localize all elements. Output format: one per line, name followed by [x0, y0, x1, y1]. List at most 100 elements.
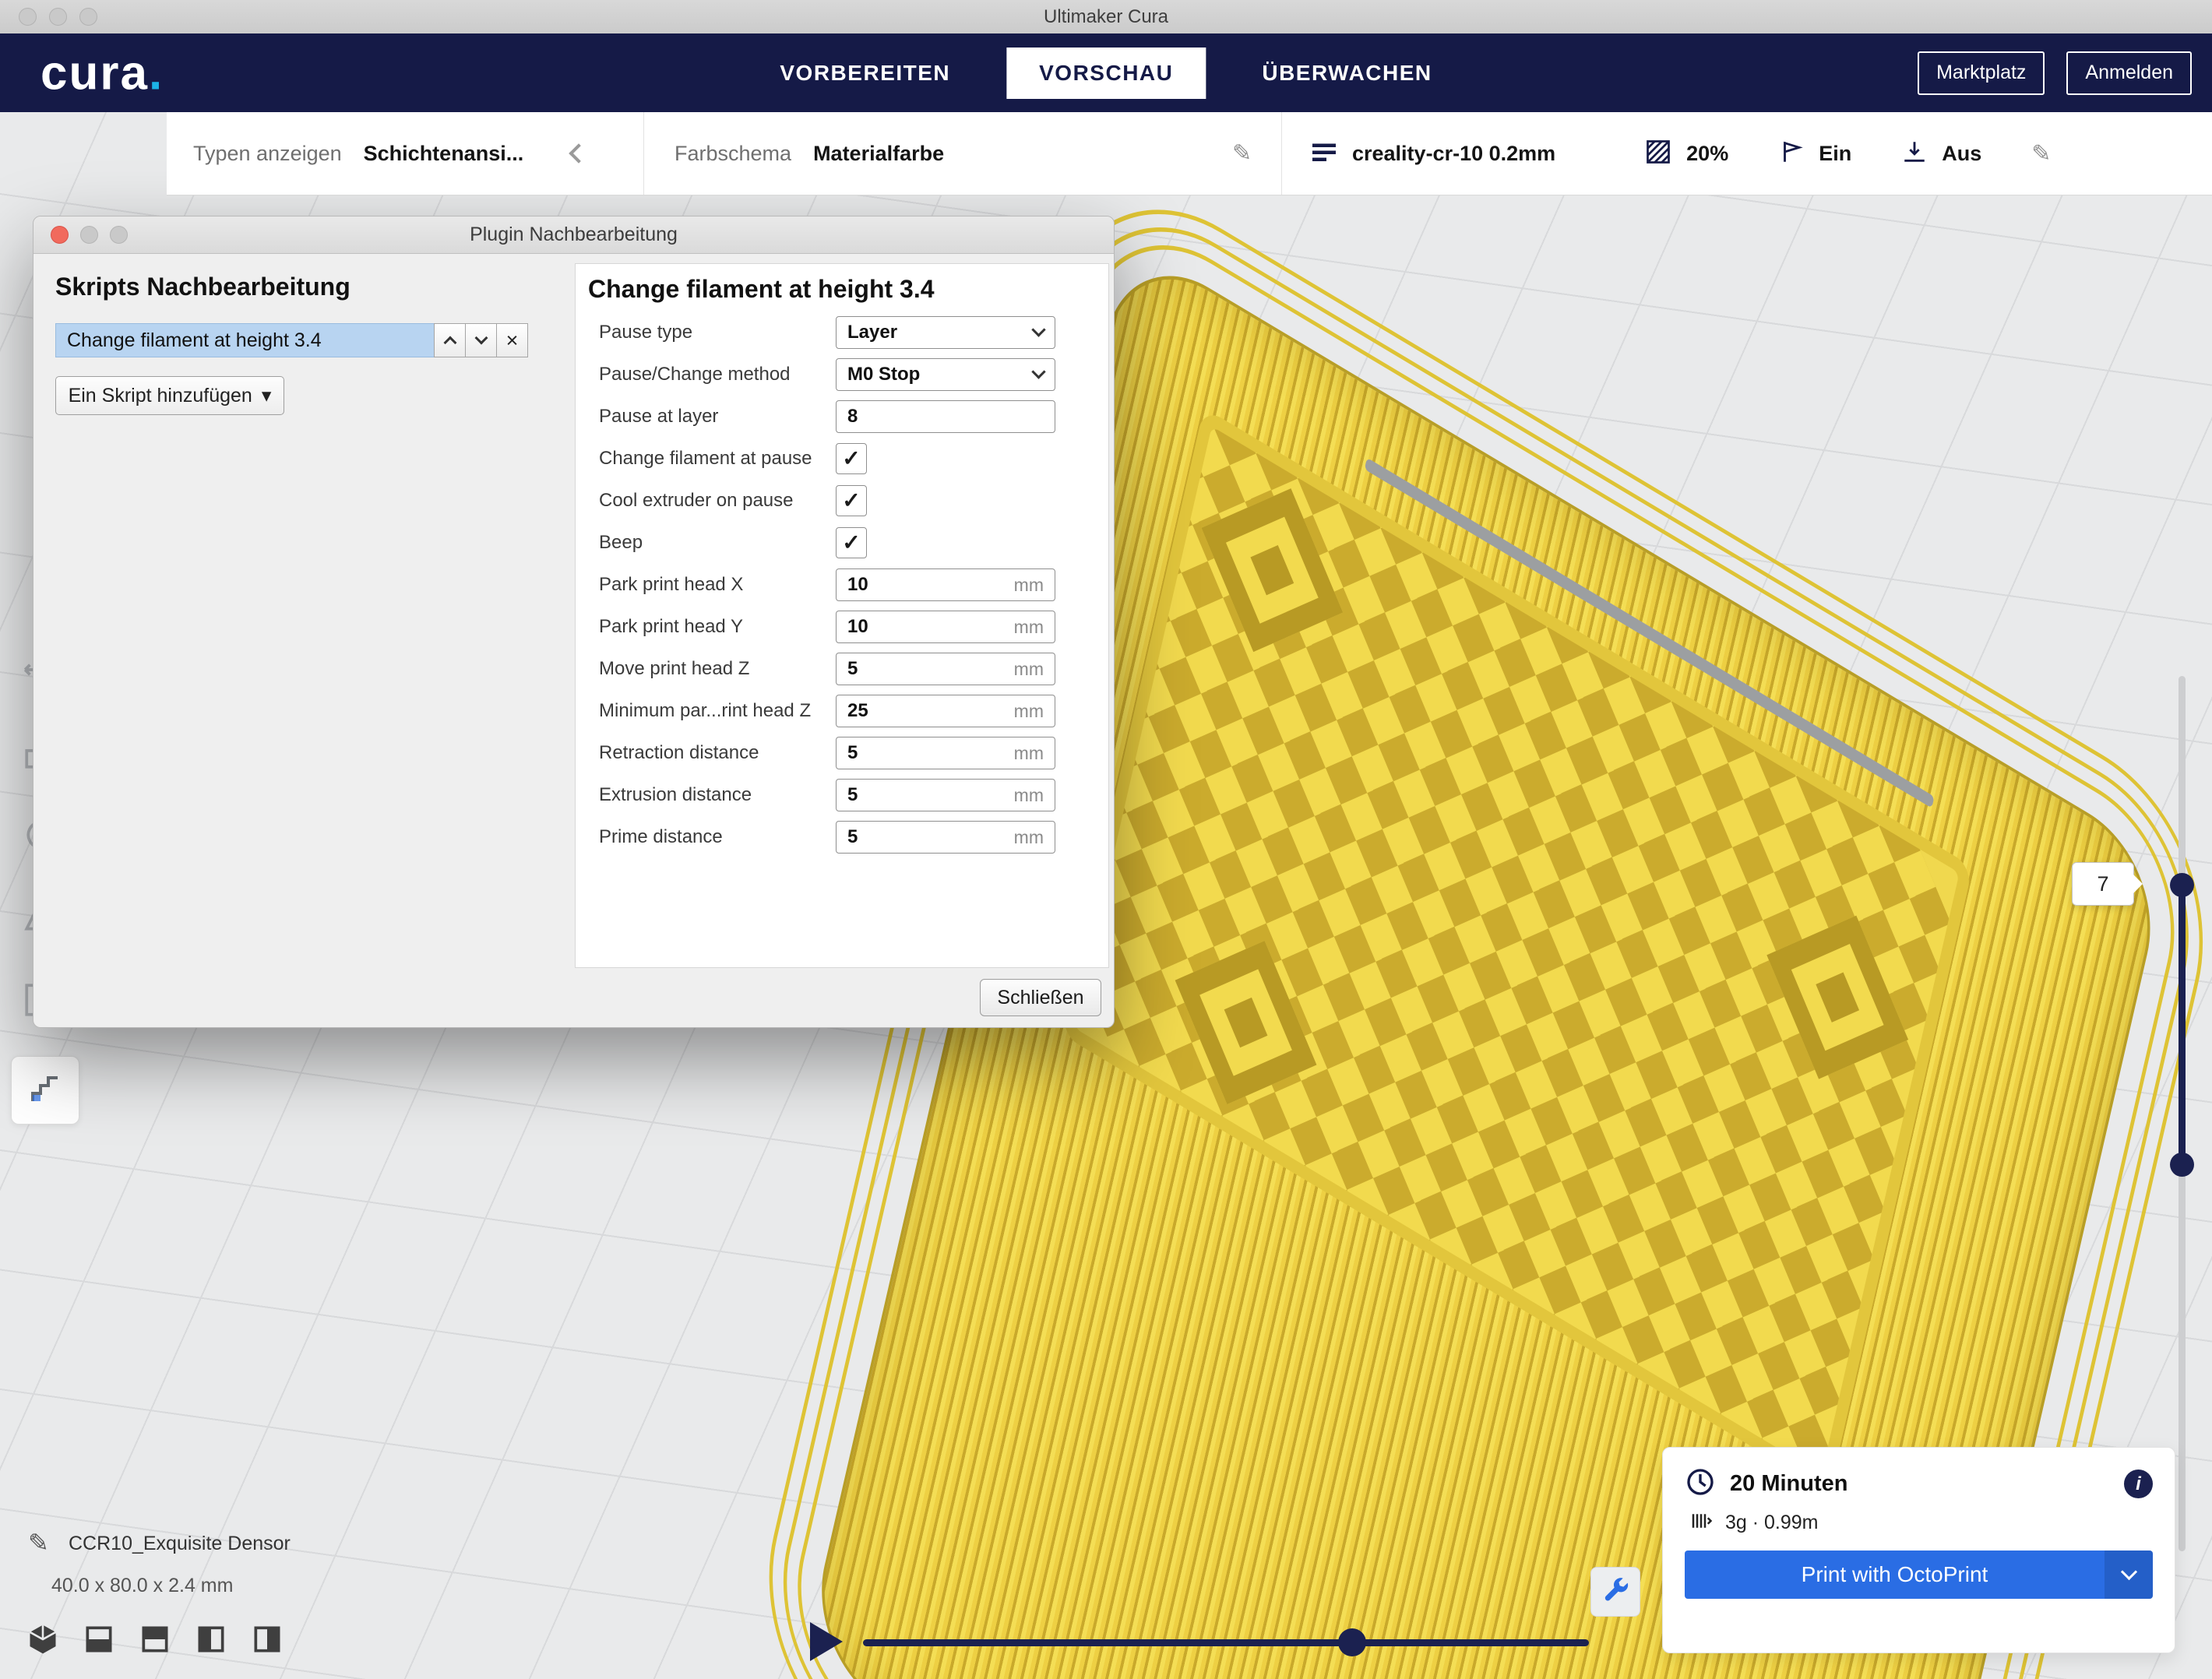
- dialog-titlebar[interactable]: Plugin Nachbearbeitung: [33, 216, 1114, 254]
- play-button[interactable]: [810, 1622, 843, 1661]
- script-settings-card: Change filament at height 3.4 Pause type…: [575, 263, 1109, 968]
- dialog-title: Plugin Nachbearbeitung: [470, 224, 678, 246]
- pause-type-select[interactable]: Layer: [836, 316, 1055, 349]
- toolbar-divider: [1281, 112, 1282, 195]
- simulation-slider-handle[interactable]: [1338, 1628, 1366, 1656]
- color-scheme-group: Farbschema Materialfarbe: [675, 112, 944, 195]
- field-row: Pause type Layer: [576, 312, 1108, 354]
- info-icon[interactable]: i: [2124, 1470, 2153, 1498]
- infill-icon: [1644, 138, 1672, 170]
- chevron-down-icon: [1031, 364, 1045, 378]
- wrench-icon: [1601, 1575, 1630, 1609]
- remove-script-button[interactable]: ×: [496, 323, 528, 357]
- model-name: CCR10_Exquisite Densor: [69, 1533, 291, 1555]
- field-row: Park print head Y 10 mm: [576, 606, 1108, 648]
- field-row: Change filament at pause ✓: [576, 438, 1108, 480]
- print-octoprint-button[interactable]: Print with OctoPrint: [1685, 1551, 2153, 1599]
- window-close-button[interactable]: [19, 8, 37, 26]
- view-type-value[interactable]: Schichtenansi...: [364, 142, 524, 166]
- layer-value: 7: [2097, 872, 2108, 896]
- clock-icon: [1685, 1466, 1716, 1501]
- printer-icon: [1310, 140, 1338, 167]
- park-head-y-input[interactable]: 10 mm: [836, 611, 1055, 643]
- beep-checkbox[interactable]: ✓: [836, 527, 867, 558]
- window-title: Ultimaker Cura: [0, 0, 2212, 33]
- window-titlebar: Ultimaker Cura: [0, 0, 2212, 34]
- printer-profile[interactable]: creality-cr-10 0.2mm: [1352, 142, 1555, 166]
- move-script-down-button[interactable]: [465, 323, 497, 357]
- stage-tabs: VORBEREITEN VORSCHAU ÜBERWACHEN: [747, 33, 1464, 112]
- prime-distance-input[interactable]: 5 mm: [836, 821, 1055, 854]
- tab-vorbereiten[interactable]: VORBEREITEN: [747, 48, 983, 99]
- dialog-zoom-button[interactable]: [110, 226, 128, 244]
- move-head-z-input[interactable]: 5 mm: [836, 653, 1055, 685]
- layer-slider-handle-bottom[interactable]: [2170, 1153, 2194, 1177]
- retraction-distance-input[interactable]: 5 mm: [836, 737, 1055, 769]
- script-list-item[interactable]: Change filament at height 3.4: [55, 323, 435, 357]
- simulation-slider-track[interactable]: [863, 1639, 1589, 1646]
- app-window: Ultimaker Cura cura. VORBEREITEN VORSCHA…: [0, 0, 2212, 1679]
- change-filament-checkbox[interactable]: ✓: [836, 443, 867, 474]
- cura-logo: cura.: [41, 45, 164, 100]
- view-front-icon[interactable]: [81, 1621, 117, 1657]
- tab-ueberwachen[interactable]: ÜBERWACHEN: [1229, 48, 1464, 99]
- field-row: Extrusion distance 5 mm: [576, 774, 1108, 816]
- extrusion-distance-input[interactable]: 5 mm: [836, 779, 1055, 811]
- scripts-panel: Skripts Nachbearbeitung Change filament …: [55, 273, 554, 415]
- support-icon: [1778, 139, 1805, 169]
- pause-at-layer-input[interactable]: 8: [836, 400, 1055, 433]
- adhesion-value[interactable]: Aus: [1942, 142, 1981, 166]
- view-3d-icon[interactable]: [25, 1621, 61, 1657]
- minimum-head-z-input[interactable]: 25 mm: [836, 695, 1055, 727]
- close-dialog-button[interactable]: Schließen: [980, 979, 1101, 1016]
- print-button-label: Print with OctoPrint: [1685, 1562, 2105, 1587]
- print-time-estimate: 20 Minuten: [1730, 1471, 1847, 1497]
- dialog-minimize-button[interactable]: [80, 226, 98, 244]
- adhesion-icon: [1901, 139, 1928, 169]
- view-right-icon[interactable]: [249, 1621, 285, 1657]
- pencil-icon[interactable]: ✎: [28, 1528, 49, 1558]
- field-row: Retraction distance 5 mm: [576, 732, 1108, 774]
- field-row: Park print head X 10 mm: [576, 564, 1108, 606]
- settings-heading: Change filament at height 3.4: [576, 275, 1108, 304]
- field-label: Minimum par...rint head Z: [576, 700, 836, 722]
- pause-method-select[interactable]: M0 Stop: [836, 358, 1055, 391]
- layer-slider-range[interactable]: [2179, 885, 2186, 1165]
- park-head-x-input[interactable]: 10 mm: [836, 568, 1055, 601]
- field-label: Extrusion distance: [576, 784, 836, 806]
- window-zoom-button[interactable]: [79, 8, 97, 26]
- pencil-icon[interactable]: ✎: [1232, 140, 1252, 167]
- toolbar-divider: [643, 112, 644, 195]
- tab-vorschau[interactable]: VORSCHAU: [1006, 48, 1206, 99]
- view-left-icon[interactable]: [193, 1621, 229, 1657]
- field-row: Prime distance 5 mm: [576, 816, 1108, 858]
- signin-button[interactable]: Anmelden: [2066, 51, 2192, 95]
- cool-extruder-checkbox[interactable]: ✓: [836, 485, 867, 516]
- field-label: Cool extruder on pause: [576, 490, 836, 512]
- chevron-down-icon: [2120, 1564, 2136, 1580]
- print-options-dropdown[interactable]: [2105, 1551, 2153, 1599]
- adjust-button[interactable]: [1590, 1567, 1640, 1617]
- add-script-button[interactable]: Ein Skript hinzufügen ▾: [55, 376, 284, 415]
- view-top-icon[interactable]: [137, 1621, 173, 1657]
- printer-settings-group: creality-cr-10 0.2mm 20% Ein Aus ✎: [1310, 112, 2051, 195]
- field-label: Pause/Change method: [576, 364, 836, 385]
- window-minimize-button[interactable]: [49, 8, 67, 26]
- field-row: Pause/Change method M0 Stop: [576, 354, 1108, 396]
- layer-tool-button[interactable]: [11, 1056, 79, 1125]
- field-label: Change filament at pause: [576, 448, 836, 470]
- field-row: Beep ✓: [576, 522, 1108, 564]
- view-type-group: Typen anzeigen Schichtenansi...: [193, 112, 586, 195]
- chevron-left-icon[interactable]: [569, 143, 588, 163]
- marketplace-button[interactable]: Marktplatz: [1918, 51, 2045, 95]
- layer-slider-handle-top[interactable]: [2170, 873, 2194, 897]
- infill-value[interactable]: 20%: [1686, 142, 1728, 166]
- color-scheme-value[interactable]: Materialfarbe: [813, 142, 944, 166]
- pencil-icon[interactable]: ✎: [2031, 140, 2051, 167]
- field-row: Cool extruder on pause ✓: [576, 480, 1108, 522]
- support-value[interactable]: Ein: [1819, 142, 1851, 166]
- dialog-close-button[interactable]: [51, 226, 69, 244]
- move-script-up-button[interactable]: [434, 323, 466, 357]
- checkmark-icon: ✓: [842, 490, 860, 512]
- post-processing-dialog: Plugin Nachbearbeitung Skripts Nachbearb…: [33, 216, 1115, 1028]
